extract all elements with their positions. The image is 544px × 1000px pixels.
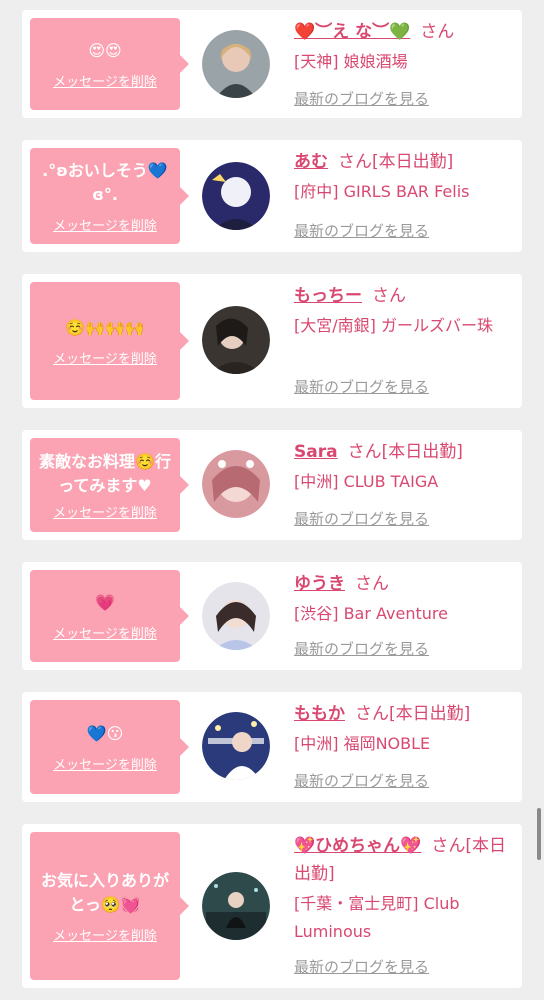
delete-message-link[interactable]: メッセージを削除 bbox=[53, 925, 157, 944]
avatar[interactable] bbox=[202, 450, 270, 518]
cast-name-link[interactable]: Sara bbox=[294, 442, 338, 462]
message-text: 😍😍 bbox=[88, 40, 122, 60]
shop-name: [中洲] 福岡NOBLE bbox=[294, 734, 431, 753]
message-text: お気に入りありがとっ🥺💓 bbox=[40, 870, 169, 914]
avatar[interactable] bbox=[202, 582, 270, 650]
message-card: 😍😍 メッセージを削除 ❤️︶え な︶💚 さん [天神] 娘娘酒場 最新のブログを… bbox=[22, 10, 522, 118]
attendance-status: [本日出勤] bbox=[389, 704, 471, 724]
shop-name: [中洲] CLUB TAIGA bbox=[294, 472, 439, 491]
shop-name: [府中] GIRLS BAR Felis bbox=[294, 182, 470, 201]
cast-name-link[interactable]: ももか bbox=[294, 704, 345, 724]
cast-info: ももか さん[本日出勤] [中洲] 福岡NOBLE bbox=[294, 700, 516, 758]
avatar[interactable] bbox=[202, 162, 270, 230]
san-label: さん bbox=[372, 286, 406, 306]
message-text: ☺️🙌🙌🙌 bbox=[65, 317, 145, 337]
san-label: さん bbox=[355, 574, 389, 594]
avatar[interactable] bbox=[202, 872, 270, 940]
cast-name-link[interactable]: 💖ひめちゃん💖 bbox=[294, 836, 421, 856]
cast-name-link[interactable]: あむ bbox=[294, 152, 328, 172]
cast-info: ❤️︶え な︶💚 さん [天神] 娘娘酒場 bbox=[294, 18, 516, 76]
cast-info: ゆうき さん [渋谷] Bar Aventure bbox=[294, 570, 516, 628]
message-bubble: 💙😗 メッセージを削除 bbox=[30, 700, 189, 794]
san-label: さん bbox=[431, 836, 466, 856]
message-text: .°ʚおいしそう💙ɞ°. bbox=[42, 160, 168, 204]
message-bubble: 😍😍 メッセージを削除 bbox=[30, 18, 189, 110]
view-blog-link[interactable]: 最新のブログを見る bbox=[294, 638, 429, 659]
cast-name-link[interactable]: ❤️︶え な︶💚 bbox=[294, 22, 410, 42]
delete-message-link[interactable]: メッセージを削除 bbox=[53, 623, 157, 642]
message-card: お気に入りありがとっ🥺💓 メッセージを削除 💖ひめちゃん💖 さん[本日出勤] [千… bbox=[22, 824, 522, 988]
shop-name: [大宮/南銀] ガールズバー珠 bbox=[294, 316, 493, 335]
view-blog-link[interactable]: 最新のブログを見る bbox=[294, 220, 429, 241]
message-card: .°ʚおいしそう💙ɞ°. メッセージを削除 あむ さん[本日出勤] [府中] GI… bbox=[22, 140, 522, 252]
scrollbar[interactable] bbox=[537, 808, 541, 860]
view-blog-link[interactable]: 最新のブログを見る bbox=[294, 376, 429, 397]
message-bubble: 素敵なお料理☺️行ってみます♥ メッセージを削除 bbox=[30, 438, 189, 532]
shop-name: [千葉・富士見町] Club Luminous bbox=[294, 894, 460, 941]
attendance-status: [本日出勤] bbox=[381, 442, 463, 462]
avatar[interactable] bbox=[202, 30, 270, 98]
delete-message-link[interactable]: メッセージを削除 bbox=[53, 348, 157, 367]
cast-name-link[interactable]: もっちー bbox=[294, 286, 362, 306]
message-text: 💗 bbox=[95, 592, 115, 612]
view-blog-link[interactable]: 最新のブログを見る bbox=[294, 770, 429, 791]
delete-message-link[interactable]: メッセージを削除 bbox=[53, 502, 157, 521]
message-bubble: お気に入りありがとっ🥺💓 メッセージを削除 bbox=[30, 832, 189, 980]
san-label: さん bbox=[338, 152, 372, 172]
avatar[interactable] bbox=[202, 712, 270, 780]
message-card: 素敵なお料理☺️行ってみます♥ メッセージを削除 Sara さん[本日出勤] [中… bbox=[22, 430, 522, 540]
cast-info: あむ さん[本日出勤] [府中] GIRLS BAR Felis bbox=[294, 148, 516, 206]
cast-info: 💖ひめちゃん💖 さん[本日出勤] [千葉・富士見町] Club Luminous bbox=[294, 832, 516, 946]
san-label: さん bbox=[355, 704, 389, 724]
cast-info: Sara さん[本日出勤] [中洲] CLUB TAIGA bbox=[294, 438, 516, 496]
shop-name: [渋谷] Bar Aventure bbox=[294, 604, 448, 623]
view-blog-link[interactable]: 最新のブログを見る bbox=[294, 508, 429, 529]
san-label: さん bbox=[347, 442, 382, 462]
message-card: ☺️🙌🙌🙌 メッセージを削除 もっちー さん [大宮/南銀] ガールズバー珠 最新… bbox=[22, 274, 522, 408]
message-card: 💗 メッセージを削除 ゆうき さん [渋谷] Bar Aventure 最新のブロ… bbox=[22, 562, 522, 670]
message-bubble: .°ʚおいしそう💙ɞ°. メッセージを削除 bbox=[30, 148, 189, 244]
message-card: 💙😗 メッセージを削除 ももか さん[本日出勤] [中洲] 福岡NOBLE 最新の… bbox=[22, 692, 522, 802]
view-blog-link[interactable]: 最新のブログを見る bbox=[294, 88, 429, 109]
san-label: さん bbox=[420, 22, 455, 42]
cast-name-link[interactable]: ゆうき bbox=[294, 574, 345, 594]
message-bubble: ☺️🙌🙌🙌 メッセージを削除 bbox=[30, 282, 189, 400]
message-text: 💙😗 bbox=[86, 723, 124, 743]
delete-message-link[interactable]: メッセージを削除 bbox=[53, 71, 157, 90]
view-blog-link[interactable]: 最新のブログを見る bbox=[294, 956, 429, 977]
attendance-status: [本日出勤] bbox=[372, 152, 454, 172]
cast-info: もっちー さん [大宮/南銀] ガールズバー珠 bbox=[294, 282, 516, 340]
shop-name: [天神] 娘娘酒場 bbox=[294, 52, 408, 71]
message-list: 😍😍 メッセージを削除 ❤️︶え な︶💚 さん [天神] 娘娘酒場 最新のブログを… bbox=[0, 0, 544, 1000]
message-bubble: 💗 メッセージを削除 bbox=[30, 570, 189, 662]
delete-message-link[interactable]: メッセージを削除 bbox=[53, 215, 157, 234]
delete-message-link[interactable]: メッセージを削除 bbox=[53, 754, 157, 773]
avatar[interactable] bbox=[202, 306, 270, 374]
message-text: 素敵なお料理☺️行ってみます♥ bbox=[39, 451, 171, 495]
